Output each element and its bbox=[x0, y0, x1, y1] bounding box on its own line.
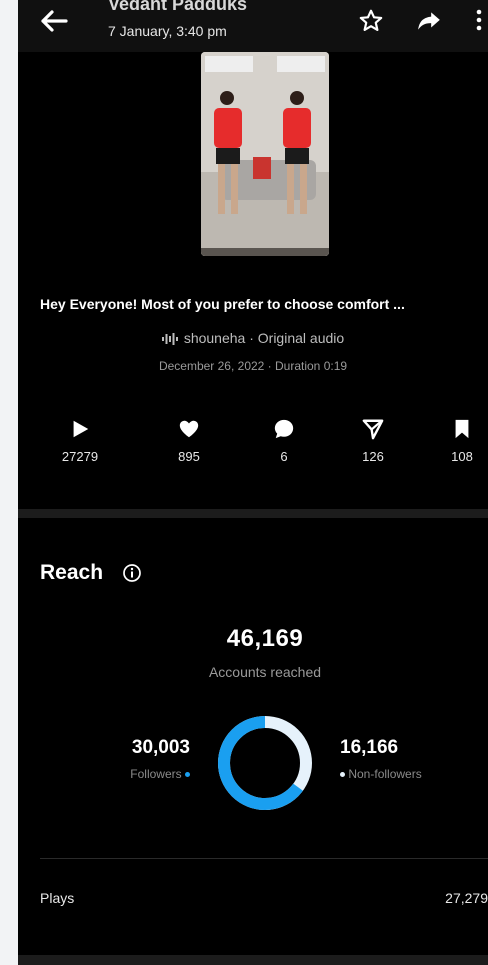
heart-icon bbox=[179, 420, 199, 438]
reel-thumbnail[interactable] bbox=[201, 52, 329, 256]
non-followers-dot bbox=[340, 772, 345, 778]
play-icon bbox=[73, 420, 89, 438]
back-button[interactable] bbox=[36, 6, 70, 36]
audio-wave-icon bbox=[161, 333, 178, 346]
stat-comments[interactable]: 6 bbox=[254, 418, 314, 464]
send-icon bbox=[362, 419, 384, 440]
stat-likes[interactable]: 895 bbox=[159, 418, 219, 464]
followers-label: Followers bbox=[130, 767, 182, 781]
reach-donut-chart bbox=[218, 716, 312, 810]
reach-title: Reach bbox=[40, 561, 104, 584]
header-subtitle: 7 January, 3:40 pm bbox=[108, 23, 227, 39]
post-meta: December 26, 2022 · Duration 0:19 bbox=[158, 359, 348, 373]
stat-plays-value: 27279 bbox=[61, 449, 99, 464]
stat-shares[interactable]: 126 bbox=[343, 418, 403, 464]
audio-label: shouneha · Original audio bbox=[183, 330, 345, 346]
section-divider bbox=[18, 509, 488, 518]
comment-icon bbox=[274, 419, 294, 439]
share-button[interactable] bbox=[416, 8, 442, 34]
app-header: Vedant Padduks 7 January, 3:40 pm bbox=[18, 0, 488, 52]
plays-value: 27,279 bbox=[445, 890, 488, 906]
stat-likes-value: 895 bbox=[178, 449, 200, 464]
reel-thumbnail-image bbox=[201, 52, 329, 256]
stat-plays[interactable]: 27279 bbox=[50, 418, 110, 464]
non-followers-label: Non-followers bbox=[348, 767, 422, 781]
stat-shares-value: 126 bbox=[362, 449, 384, 464]
header-title: Vedant Padduks bbox=[108, 0, 248, 14]
stat-saves-value: 108 bbox=[451, 449, 473, 464]
phone-screen: Vedant Padduks 7 January, 3:40 pm Hey Ev… bbox=[18, 0, 488, 965]
share-icon bbox=[418, 12, 440, 30]
followers-dot bbox=[185, 772, 190, 778]
bookmark-icon bbox=[455, 419, 469, 439]
more-options-button[interactable] bbox=[472, 8, 486, 34]
stat-saves[interactable]: 108 bbox=[432, 418, 488, 464]
post-caption: Hey Everyone! Most of you prefer to choo… bbox=[40, 296, 405, 312]
star-icon bbox=[359, 9, 383, 31]
reach-info-button[interactable] bbox=[122, 563, 142, 583]
info-icon bbox=[123, 564, 141, 582]
audio-row[interactable]: shouneha · Original audio bbox=[18, 330, 488, 346]
followers-legend: Followers bbox=[78, 767, 190, 781]
plays-label: Plays bbox=[40, 890, 75, 906]
followers-value: 30,003 bbox=[131, 737, 190, 758]
accounts-reached-value: 46,169 bbox=[226, 625, 304, 652]
stat-comments-value: 6 bbox=[280, 449, 288, 464]
accounts-reached-label: Accounts reached bbox=[208, 664, 322, 680]
star-button[interactable] bbox=[358, 8, 384, 34]
plays-divider bbox=[40, 858, 488, 859]
more-vertical-icon bbox=[476, 9, 482, 31]
back-arrow-icon bbox=[41, 10, 68, 32]
bottom-divider bbox=[18, 955, 488, 965]
non-followers-value: 16,166 bbox=[340, 737, 399, 758]
non-followers-legend: Non-followers bbox=[340, 767, 422, 781]
